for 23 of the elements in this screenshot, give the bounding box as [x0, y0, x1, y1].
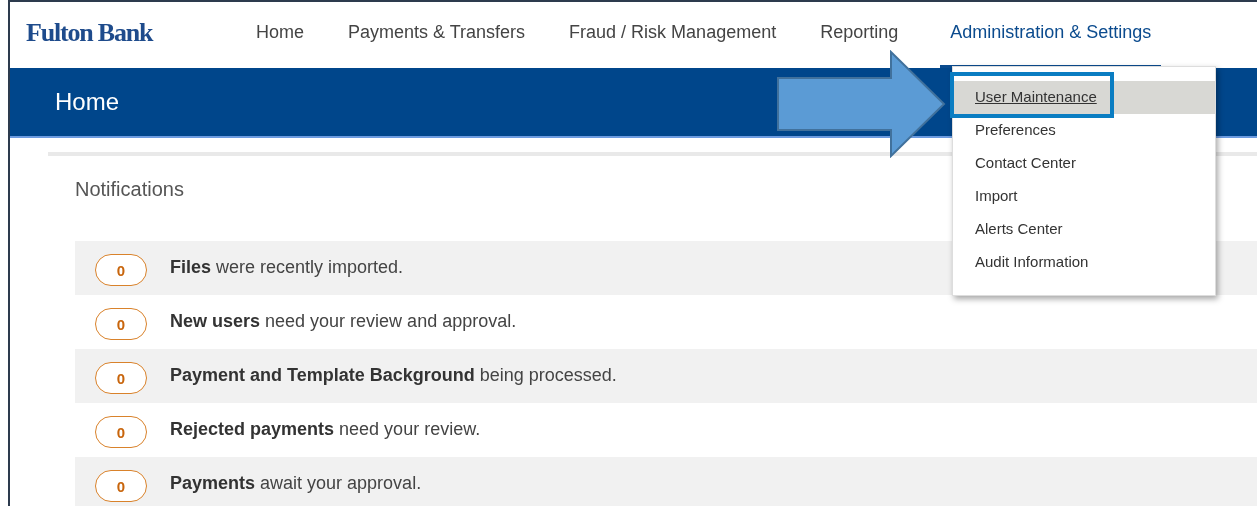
menu-item[interactable]: User Maintenance — [953, 81, 1215, 114]
nav-tab[interactable]: Payments & Transfers — [346, 2, 528, 68]
bank-logo[interactable]: Fulton Bank — [26, 18, 254, 48]
menu-item[interactable]: Alerts Center — [953, 213, 1215, 246]
nav-tab[interactable]: Fraud / Risk Management — [567, 2, 779, 68]
menu-item[interactable]: Import — [953, 180, 1215, 213]
section-title: Notifications — [75, 178, 184, 201]
notification-text: Rejected payments need your review. — [170, 419, 481, 440]
notification-text: Payments await your approval. — [170, 473, 422, 494]
count-badge[interactable]: 0 — [95, 308, 147, 340]
count-badge[interactable]: 0 — [95, 254, 147, 286]
page-title: Home — [55, 88, 120, 116]
notification-text: Files were recently imported. — [170, 257, 404, 278]
count-badge[interactable]: 0 — [95, 470, 147, 502]
nav-tab[interactable]: Home — [254, 2, 306, 68]
count-badge[interactable]: 0 — [95, 362, 147, 394]
nav-tab[interactable]: Reporting — [818, 2, 901, 68]
menu-item[interactable]: Contact Center — [953, 147, 1215, 180]
menu-item[interactable]: Audit Information — [953, 246, 1215, 279]
notification-text: New users need your review and approval. — [170, 311, 517, 332]
notification-text: Payment and Template Background being processed. — [170, 365, 617, 386]
menu-item[interactable]: Preferences — [953, 114, 1215, 147]
count-badge[interactable]: 0 — [95, 416, 147, 448]
